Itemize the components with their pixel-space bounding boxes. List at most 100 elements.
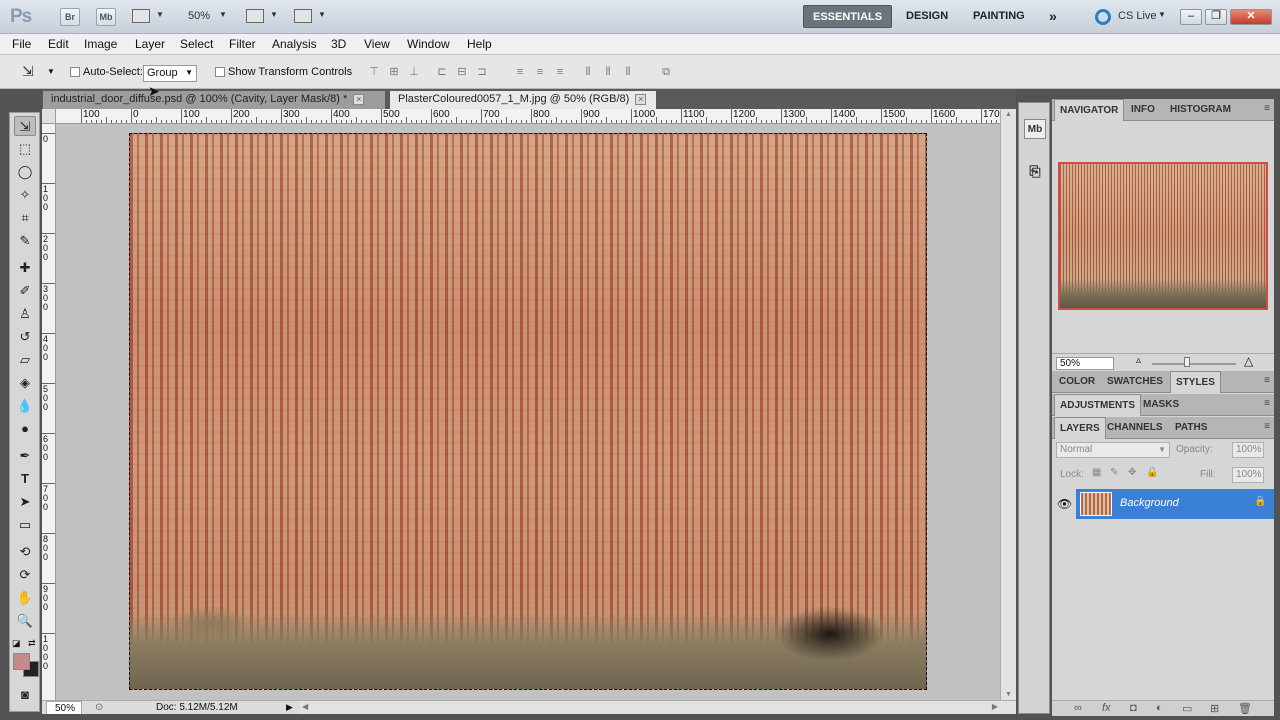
3d-rotate-tool-icon[interactable]: ⟲: [14, 542, 36, 562]
distribute-bottom-icon[interactable]: ≡: [553, 65, 567, 79]
distribute-hcenter-icon[interactable]: ⦀: [601, 65, 615, 79]
align-vcenter-icon[interactable]: ⊞: [387, 65, 401, 79]
workspace-painting[interactable]: PAINTING: [964, 5, 1034, 28]
lasso-tool-icon[interactable]: ◯: [14, 162, 36, 182]
mini-bridge-panel-icon[interactable]: Mb: [1024, 119, 1046, 139]
arrange-documents-icon[interactable]: [246, 9, 264, 23]
scroll-right-icon[interactable]: ▶: [992, 702, 998, 711]
opacity-field[interactable]: 100%: [1232, 442, 1264, 458]
tab-layers[interactable]: LAYERS: [1054, 417, 1106, 439]
align-right-icon[interactable]: ⊐: [475, 65, 489, 79]
close-button[interactable]: ✕: [1230, 9, 1272, 25]
tab-masks[interactable]: MASKS: [1138, 394, 1184, 416]
hand-tool-icon[interactable]: ✋: [14, 588, 36, 608]
quick-mask-icon[interactable]: ◙: [14, 685, 36, 705]
pen-tool-icon[interactable]: ✒: [14, 446, 36, 466]
zoom-level-dropdown[interactable]: 50%: [188, 10, 210, 22]
menu-file[interactable]: File: [12, 37, 31, 51]
delete-layer-icon[interactable]: 🗑: [1238, 702, 1252, 715]
panel-menu-icon[interactable]: ≡: [1264, 103, 1270, 114]
menu-layer[interactable]: Layer: [135, 37, 165, 51]
distribute-left-icon[interactable]: ⦀: [581, 65, 595, 79]
blur-tool-icon[interactable]: 💧: [14, 396, 36, 416]
tab-industrial-door[interactable]: industrial_door_diffuse.psd @ 100% (Cavi…: [43, 91, 385, 109]
default-colors-icon[interactable]: ◪: [12, 638, 21, 649]
dodge-tool-icon[interactable]: ●: [14, 419, 36, 439]
close-tab-icon[interactable]: ×: [353, 94, 365, 105]
tab-histogram[interactable]: HISTOGRAM: [1165, 99, 1236, 121]
align-left-icon[interactable]: ⊏: [435, 65, 449, 79]
move-tool-icon[interactable]: ⇲: [14, 116, 36, 136]
workspace-essentials[interactable]: ESSENTIALS: [803, 5, 893, 28]
navigator-preview[interactable]: [1058, 162, 1268, 310]
lock-all-icon[interactable]: 🔒: [1146, 467, 1158, 478]
quick-selection-tool-icon[interactable]: ✧: [14, 185, 36, 205]
paint-bucket-tool-icon[interactable]: ◈: [14, 373, 36, 393]
link-layers-icon[interactable]: ∞: [1074, 702, 1082, 714]
bridge-button[interactable]: Br: [60, 8, 80, 26]
eraser-tool-icon[interactable]: ▱: [14, 350, 36, 370]
zoom-slider-thumb[interactable]: [1184, 357, 1190, 367]
align-bottom-icon[interactable]: ⊥: [407, 65, 421, 79]
move-tool-preset-icon[interactable]: ⇲: [22, 63, 34, 80]
menu-window[interactable]: Window: [407, 37, 450, 51]
panel-menu-icon[interactable]: ≡: [1264, 375, 1270, 386]
canvas-area[interactable]: [56, 124, 1000, 700]
zoom-tool-icon[interactable]: 🔍: [14, 611, 36, 631]
zoom-in-icon[interactable]: △: [1244, 354, 1253, 368]
tab-adjustments[interactable]: ADJUSTMENTS: [1054, 394, 1142, 416]
minimize-button[interactable]: –: [1180, 9, 1202, 25]
menu-view[interactable]: View: [364, 37, 390, 51]
maximize-button[interactable]: ❐: [1205, 9, 1227, 25]
distribute-right-icon[interactable]: ⦀: [621, 65, 635, 79]
marquee-tool-icon[interactable]: ⬚: [14, 139, 36, 159]
ruler-origin[interactable]: [42, 109, 56, 124]
layer-name[interactable]: Background: [1120, 497, 1179, 509]
add-mask-icon[interactable]: ◘: [1130, 702, 1137, 714]
eyedropper-tool-icon[interactable]: ✎: [14, 231, 36, 251]
tab-navigator[interactable]: NAVIGATOR: [1054, 99, 1125, 121]
lock-pixels-icon[interactable]: ✎: [1110, 467, 1118, 478]
menu-image[interactable]: Image: [84, 37, 117, 51]
auto-align-layers-icon[interactable]: ⧉: [659, 65, 673, 79]
align-top-icon[interactable]: ⊤: [367, 65, 381, 79]
horizontal-ruler[interactable]: 100 0 100 200 300 400 500 600 700 800 900 1000 1100 1…: [56, 109, 1000, 124]
document-image[interactable]: [129, 133, 927, 690]
close-tab-icon[interactable]: ×: [635, 94, 647, 105]
chevron-down-icon[interactable]: ▼: [47, 67, 55, 76]
3d-orbit-tool-icon[interactable]: ⟳: [14, 565, 36, 585]
show-transform-checkbox[interactable]: [215, 67, 225, 77]
menu-edit[interactable]: Edit: [48, 37, 69, 51]
vertical-scrollbar[interactable]: ▲ ▼: [1000, 109, 1016, 700]
vertical-ruler[interactable]: 0 100 200 300 400 500 600 700 800 900 1000: [42, 124, 56, 700]
history-brush-tool-icon[interactable]: ↺: [14, 327, 36, 347]
menu-select[interactable]: Select: [180, 37, 213, 51]
horizontal-scrollbar[interactable]: ◀ ▶: [300, 700, 1016, 714]
adjustment-layer-icon[interactable]: ◐: [1156, 702, 1163, 714]
align-hcenter-icon[interactable]: ⊟: [455, 65, 469, 79]
tab-styles[interactable]: STYLES: [1170, 371, 1221, 393]
status-info-icon[interactable]: ⊙: [95, 701, 103, 714]
tab-info[interactable]: INFO: [1126, 99, 1160, 121]
clone-source-panel-icon[interactable]: ⎘: [1024, 161, 1046, 181]
fill-field[interactable]: 100%: [1232, 467, 1264, 483]
new-layer-icon[interactable]: ⊞: [1210, 702, 1219, 715]
healing-brush-tool-icon[interactable]: ✚: [14, 258, 36, 278]
chevron-down-icon[interactable]: ▼: [1158, 10, 1166, 19]
lock-position-icon[interactable]: ✥: [1128, 467, 1136, 478]
menu-help[interactable]: Help: [467, 37, 492, 51]
workspace-design[interactable]: DESIGN: [897, 5, 957, 28]
chevron-down-icon[interactable]: ▼: [219, 10, 227, 19]
new-group-icon[interactable]: ▭: [1182, 702, 1192, 715]
lock-transparent-icon[interactable]: ▦: [1092, 467, 1101, 478]
cs-live-icon[interactable]: [1095, 9, 1111, 25]
tab-swatches[interactable]: SWATCHES: [1102, 371, 1168, 393]
chevron-down-icon[interactable]: ▼: [156, 10, 164, 19]
tab-channels[interactable]: CHANNELS: [1102, 417, 1168, 439]
more-workspaces-button[interactable]: »: [1040, 5, 1066, 28]
zoom-out-icon[interactable]: ▵: [1136, 355, 1141, 366]
cs-live-button[interactable]: CS Live: [1118, 10, 1157, 22]
menu-filter[interactable]: Filter: [229, 37, 256, 51]
panel-menu-icon[interactable]: ≡: [1264, 398, 1270, 409]
type-tool-icon[interactable]: T: [14, 469, 36, 489]
